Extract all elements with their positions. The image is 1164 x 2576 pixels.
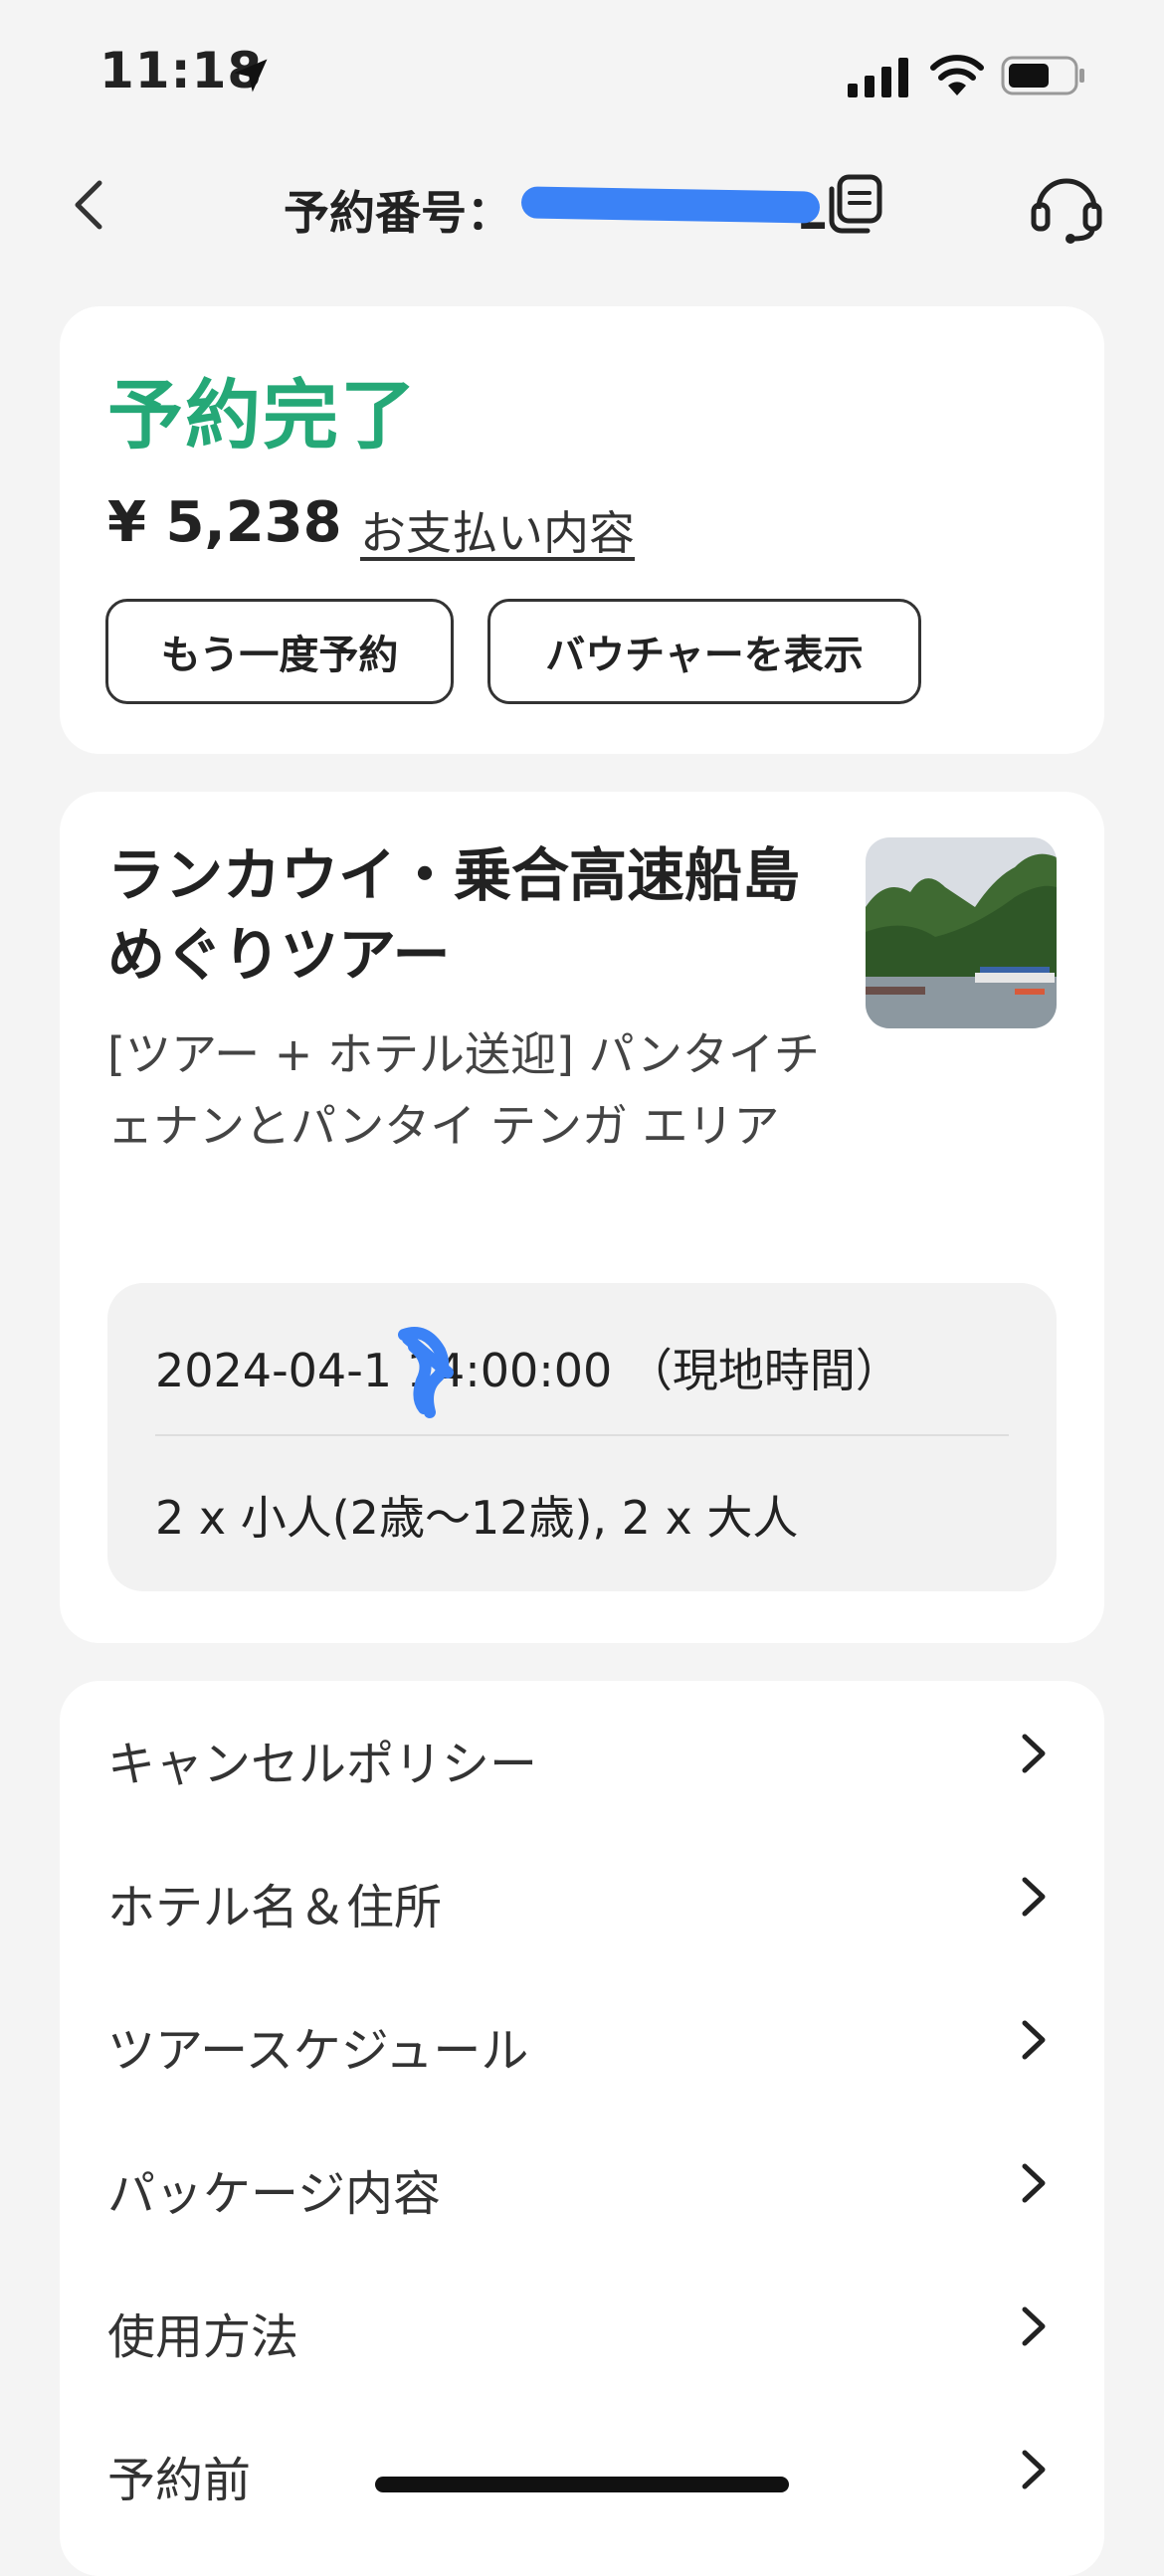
view-voucher-button[interactable]: バウチャーを表示	[487, 599, 921, 704]
back-chevron-icon[interactable]	[62, 175, 121, 235]
menu-item-hotel-address[interactable]: ホテル名＆住所	[60, 1824, 1104, 1967]
battery-icon	[1001, 56, 1084, 95]
booking-number-label: 予約番号：	[284, 186, 512, 240]
chevron-right-icon	[1022, 2450, 1046, 2489]
copy-icon[interactable]	[824, 173, 883, 235]
chevron-right-icon	[1022, 2020, 1046, 2060]
menu-item-before-booking[interactable]: 予約前	[60, 2397, 1104, 2540]
menu-item-how-to-use[interactable]: 使用方法	[60, 2254, 1104, 2397]
booking-status: 予約完了	[107, 371, 418, 460]
tour-thumbnail-image[interactable]	[866, 837, 1057, 1028]
chevron-right-icon	[1022, 2163, 1046, 2203]
menu-item-package-contents[interactable]: パッケージ内容	[60, 2111, 1104, 2254]
headset-support-icon[interactable]	[1031, 169, 1102, 245]
top-nav-bar: 予約番号：L	[0, 149, 1164, 259]
payment-details-link[interactable]: お支払い内容	[360, 497, 635, 563]
menu-item-tour-schedule[interactable]: ツアースケジュール	[60, 1967, 1104, 2111]
cellular-signal-icon	[848, 58, 908, 97]
menu-item-label: キャンセルポリシー	[107, 1737, 538, 1792]
menu-item-label: 予約前	[107, 2453, 252, 2508]
menu-item-label: ツアースケジュール	[107, 2023, 529, 2079]
total-price: ¥ 5,238	[107, 490, 342, 555]
tour-details-card: ランカウイ・乗合高速船島めぐりツアー [ツアー + ホテル送迎] パンタイチェナ…	[60, 792, 1104, 1643]
chevron-right-icon	[1022, 1734, 1046, 1773]
passenger-count: 2 x 小人(2歳〜12歳), 2 x 大人	[155, 1491, 799, 1545]
menu-item-label: 使用方法	[107, 2309, 299, 2365]
booking-summary-card: 予約完了 ¥ 5,238 お支払い内容 もう一度予約 バウチャーを表示	[60, 306, 1104, 754]
booking-info-box: 2024-04-1 14:00:00 （現地時間） 2 x 小人(2歳〜12歳)…	[107, 1283, 1057, 1591]
divider	[155, 1434, 1009, 1436]
booking-info-menu: キャンセルポリシー ホテル名＆住所 ツアースケジュール パッケージ内容 使用方法…	[60, 1681, 1104, 2576]
menu-item-label: パッケージ内容	[107, 2166, 442, 2222]
tour-datetime: 2024-04-1 14:00:00 （現地時間）	[155, 1344, 901, 1397]
menu-item-label: ホテル名＆住所	[107, 1880, 443, 1935]
redaction-scribble	[398, 1327, 454, 1418]
chevron-right-icon	[1022, 2306, 1046, 2346]
wifi-icon	[930, 55, 984, 95]
tour-title: ランカウイ・乗合高速船島めぐりツアー	[107, 841, 801, 989]
home-indicator[interactable]	[375, 2477, 789, 2492]
status-bar: 11:18	[0, 0, 1164, 149]
chevron-right-icon	[1022, 1877, 1046, 1917]
tour-subtitle: [ツアー + ホテル送迎] パンタイチェナンとパンタイ テンガ エリア	[107, 1027, 820, 1153]
redaction-mark	[520, 186, 821, 224]
menu-item-cancel-policy[interactable]: キャンセルポリシー	[60, 1681, 1104, 1824]
location-arrow-icon	[234, 59, 268, 92]
rebook-button[interactable]: もう一度予約	[105, 599, 454, 704]
